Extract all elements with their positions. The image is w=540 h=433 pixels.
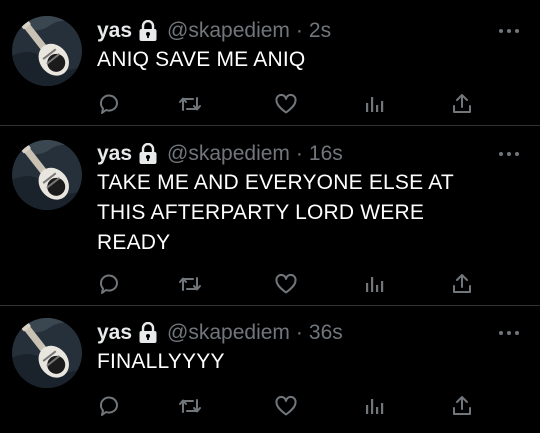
tweet-header: yas @skapediem · 36s [97,320,343,346]
timestamp[interactable]: 16s [309,142,343,166]
tweet-text: TAKE ME AND EVERYONE ELSE AT THIS AFTERP… [97,171,454,254]
display-name[interactable]: yas [97,321,132,345]
tweet[interactable]: yas @skapediem · 36s FINALLYYYY [0,306,540,433]
lock-icon [138,143,158,165]
handle[interactable]: @skapediem [167,142,290,166]
avatar[interactable] [12,16,82,86]
timestamp[interactable]: 2s [309,19,331,43]
separator: · [295,142,303,165]
avatar[interactable] [12,140,82,210]
analytics-icon[interactable] [363,272,387,296]
tweet-header: yas @skapediem · 2s [97,18,331,44]
avatar[interactable] [12,318,82,388]
retweet-icon[interactable] [178,92,202,116]
lock-icon [138,322,158,344]
share-icon[interactable] [450,92,474,116]
display-name[interactable]: yas [97,19,132,43]
display-name[interactable]: yas [97,142,132,166]
more-options-icon[interactable] [498,27,520,35]
reply-icon[interactable] [97,92,121,116]
tweet-header: yas @skapediem · 16s [97,141,343,167]
tweet-text: ANIQ SAVE ME ANIQ [97,48,306,71]
share-icon[interactable] [450,272,474,296]
more-options-icon[interactable] [498,329,520,337]
lock-icon [138,20,158,42]
like-icon[interactable] [274,394,298,418]
retweet-icon[interactable] [178,394,202,418]
tweet[interactable]: yas @skapediem · 2s ANIQ SAVE ME ANIQ [0,0,540,125]
reply-icon[interactable] [97,272,121,296]
share-icon[interactable] [450,394,474,418]
retweet-icon[interactable] [178,272,202,296]
tweet[interactable]: yas @skapediem · 16s TAKE ME AND EVERYON… [0,126,540,305]
separator: · [295,19,303,42]
handle[interactable]: @skapediem [167,321,290,345]
more-options-icon[interactable] [498,150,520,158]
separator: · [295,321,303,344]
tweet-text: FINALLYYYY [97,350,225,373]
like-icon[interactable] [274,92,298,116]
handle[interactable]: @skapediem [167,19,290,43]
timestamp[interactable]: 36s [309,321,343,345]
analytics-icon[interactable] [363,92,387,116]
analytics-icon[interactable] [363,394,387,418]
reply-icon[interactable] [97,394,121,418]
like-icon[interactable] [274,272,298,296]
